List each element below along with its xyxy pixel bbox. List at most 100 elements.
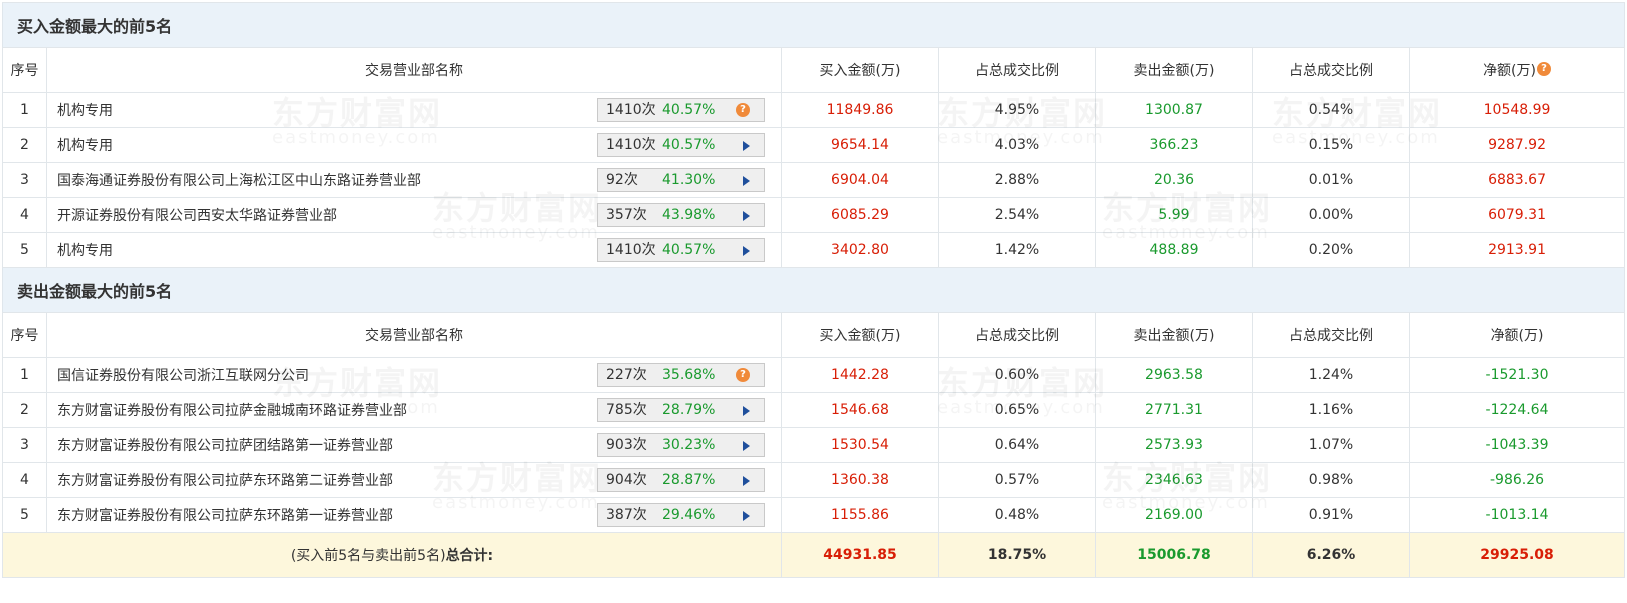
- row-sell-amount: 2963.58: [1095, 357, 1253, 393]
- row-sell-ratio: 1.16%: [1252, 392, 1410, 428]
- row-desk: 机构专用 1410次 40.57%: [46, 232, 782, 268]
- total-label: (买入前5名与卖出前5名)总合计:: [2, 532, 782, 578]
- table-row: 2 机构专用 1410次 40.57% 9654.14 4.03% 366.23…: [2, 127, 1626, 163]
- desk-stat-box[interactable]: 1410次 40.57% ?: [597, 98, 765, 122]
- desk-win-rate: 40.57%: [662, 137, 716, 153]
- desk-win-rate: 29.46%: [662, 507, 716, 523]
- row-buy-ratio: 0.48%: [938, 497, 1096, 533]
- desk-trade-count: 1410次: [606, 102, 656, 118]
- dragon-tiger-board: 东方财富网eastmoney.com 东方财富网eastmoney.com 东方…: [2, 2, 1626, 578]
- row-net-amount: -1043.39: [1408, 427, 1626, 463]
- row-seq: 1: [2, 357, 47, 393]
- desk-win-rate: 30.23%: [662, 437, 716, 453]
- row-desk: 东方财富证券股份有限公司拉萨东环路第一证券营业部 387次 29.46%: [46, 497, 782, 533]
- row-net-amount: 2913.91: [1408, 232, 1626, 268]
- desk-trade-count: 92次: [606, 172, 638, 188]
- table-row: 1 国信证券股份有限公司浙江互联网分公司 227次 35.68% ? 1442.…: [2, 357, 1626, 393]
- row-seq: 3: [2, 162, 47, 198]
- row-sell-ratio: 0.00%: [1252, 197, 1410, 233]
- desk-name-link[interactable]: 东方财富证券股份有限公司拉萨东环路第一证券营业部: [57, 505, 393, 525]
- desk-win-rate: 40.57%: [662, 242, 716, 258]
- col-buy-ratio: 占总成交比例: [938, 312, 1096, 358]
- col-buy-amount: 买入金额(万): [781, 312, 939, 358]
- expand-arrow-icon[interactable]: [743, 406, 750, 416]
- desk-trade-count: 357次: [606, 207, 647, 223]
- desk-name-link[interactable]: 东方财富证券股份有限公司拉萨金融城南环路证券营业部: [57, 400, 407, 420]
- row-desk: 东方财富证券股份有限公司拉萨东环路第二证券营业部 904次 28.87%: [46, 462, 782, 498]
- col-sell-amount: 卖出金额(万): [1095, 47, 1253, 93]
- desk-stat-box[interactable]: 904次 28.87%: [597, 468, 765, 492]
- row-buy-ratio: 4.95%: [938, 92, 1096, 128]
- buy-section-title: 买入金额最大的前5名: [2, 2, 1625, 48]
- row-desk: 东方财富证券股份有限公司拉萨金融城南环路证券营业部 785次 28.79%: [46, 392, 782, 428]
- sell-column-headers: 序号 交易营业部名称 买入金额(万) 占总成交比例 卖出金额(万) 占总成交比例…: [2, 312, 1626, 358]
- row-seq: 4: [2, 462, 47, 498]
- row-desk: 国泰海通证券股份有限公司上海松江区中山东路证券营业部 92次 41.30%: [46, 162, 782, 198]
- row-net-amount: 9287.92: [1408, 127, 1626, 163]
- desk-name-link[interactable]: 东方财富证券股份有限公司拉萨团结路第一证券营业部: [57, 435, 393, 455]
- row-buy-ratio: 0.65%: [938, 392, 1096, 428]
- expand-arrow-icon[interactable]: [743, 141, 750, 151]
- row-desk: 国信证券股份有限公司浙江互联网分公司 227次 35.68% ?: [46, 357, 782, 393]
- row-net-amount: -986.26: [1408, 462, 1626, 498]
- expand-arrow-icon[interactable]: [743, 176, 750, 186]
- expand-arrow-icon[interactable]: [743, 511, 750, 521]
- desk-name-link[interactable]: 开源证券股份有限公司西安太华路证券营业部: [57, 205, 337, 225]
- expand-arrow-icon[interactable]: [743, 441, 750, 451]
- desk-win-rate: 28.79%: [662, 402, 716, 418]
- row-desk: 东方财富证券股份有限公司拉萨团结路第一证券营业部 903次 30.23%: [46, 427, 782, 463]
- desk-win-rate: 28.87%: [662, 472, 716, 488]
- desk-name-link[interactable]: 东方财富证券股份有限公司拉萨东环路第二证券营业部: [57, 470, 393, 490]
- row-seq: 5: [2, 497, 47, 533]
- row-desk: 开源证券股份有限公司西安太华路证券营业部 357次 43.98%: [46, 197, 782, 233]
- row-net-amount: 6883.67: [1408, 162, 1626, 198]
- desk-stat-box[interactable]: 785次 28.79%: [597, 398, 765, 422]
- desk-name-link[interactable]: 机构专用: [57, 100, 113, 120]
- col-desk-name: 交易营业部名称: [46, 312, 782, 358]
- total-sell-ratio: 6.26%: [1252, 532, 1410, 578]
- desk-trade-count: 904次: [606, 472, 647, 488]
- row-buy-amount: 1530.54: [781, 427, 939, 463]
- row-buy-amount: 11849.86: [781, 92, 939, 128]
- desk-name-link[interactable]: 机构专用: [57, 135, 113, 155]
- col-net-label: 净额(万): [1483, 63, 1536, 79]
- row-desk: 机构专用 1410次 40.57%: [46, 127, 782, 163]
- desk-trade-count: 227次: [606, 367, 647, 383]
- row-sell-amount: 1300.87: [1095, 92, 1253, 128]
- row-sell-amount: 2771.31: [1095, 392, 1253, 428]
- expand-arrow-icon[interactable]: [743, 246, 750, 256]
- desk-name-link[interactable]: 机构专用: [57, 240, 113, 260]
- row-buy-amount: 6085.29: [781, 197, 939, 233]
- row-net-amount: 6079.31: [1408, 197, 1626, 233]
- row-buy-amount: 6904.04: [781, 162, 939, 198]
- row-sell-amount: 2169.00: [1095, 497, 1253, 533]
- buy-section-header: 买入金额最大的前5名: [2, 2, 1625, 48]
- help-icon[interactable]: ?: [736, 368, 750, 382]
- row-sell-ratio: 1.07%: [1252, 427, 1410, 463]
- desk-name-link[interactable]: 国泰海通证券股份有限公司上海松江区中山东路证券营业部: [57, 170, 421, 190]
- desk-trade-count: 903次: [606, 437, 647, 453]
- help-icon[interactable]: ?: [1537, 62, 1551, 76]
- row-seq: 3: [2, 427, 47, 463]
- desk-stat-box[interactable]: 1410次 40.57%: [597, 133, 765, 157]
- desk-stat-box[interactable]: 92次 41.30%: [597, 168, 765, 192]
- desk-stat-box[interactable]: 357次 43.98%: [597, 203, 765, 227]
- sell-section-title: 卖出金额最大的前5名: [2, 267, 1625, 313]
- desk-stat-box[interactable]: 227次 35.68% ?: [597, 363, 765, 387]
- desk-stat-box[interactable]: 1410次 40.57%: [597, 238, 765, 262]
- desk-stat-box[interactable]: 903次 30.23%: [597, 433, 765, 457]
- help-icon[interactable]: ?: [736, 103, 750, 117]
- expand-arrow-icon[interactable]: [743, 211, 750, 221]
- row-seq: 4: [2, 197, 47, 233]
- row-net-amount: -1521.30: [1408, 357, 1626, 393]
- row-sell-amount: 20.36: [1095, 162, 1253, 198]
- row-seq: 5: [2, 232, 47, 268]
- buy-column-headers: 序号 交易营业部名称 买入金额(万) 占总成交比例 卖出金额(万) 占总成交比例…: [2, 47, 1626, 93]
- desk-stat-box[interactable]: 387次 29.46%: [597, 503, 765, 527]
- row-sell-amount: 488.89: [1095, 232, 1253, 268]
- row-buy-ratio: 2.88%: [938, 162, 1096, 198]
- desk-name-link[interactable]: 国信证券股份有限公司浙江互联网分公司: [57, 365, 309, 385]
- expand-arrow-icon[interactable]: [743, 476, 750, 486]
- col-sell-amount: 卖出金额(万): [1095, 312, 1253, 358]
- table-row: 3 国泰海通证券股份有限公司上海松江区中山东路证券营业部 92次 41.30% …: [2, 162, 1626, 198]
